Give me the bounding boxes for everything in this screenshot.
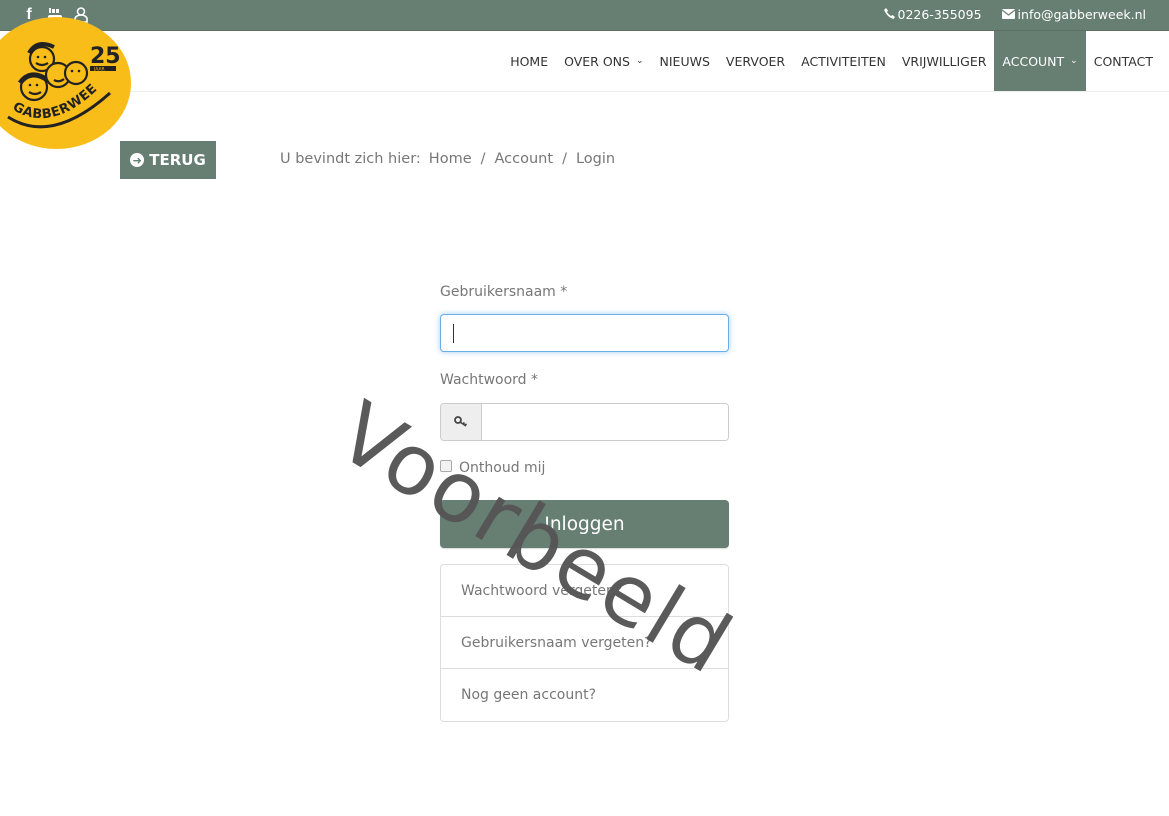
remember-me-label: Onthoud mij <box>459 460 546 476</box>
nav-label: NIEUWS <box>659 53 710 69</box>
forgot-password-link[interactable]: Wachtwoord vergeten? <box>441 565 728 617</box>
username-label: Gebruikersnaam * <box>440 284 568 300</box>
phone-icon <box>883 7 895 22</box>
nav-item-nieuws[interactable]: NIEUWS <box>652 31 718 91</box>
nav-item-contact[interactable]: CONTACT <box>1086 31 1161 91</box>
logo-anniversary-suffix: JAAR <box>93 67 105 73</box>
phone-link[interactable]: 0226-355095 <box>883 7 982 22</box>
back-button-label: TERUG <box>149 151 206 169</box>
password-input[interactable] <box>482 404 728 440</box>
phone-number: 0226-355095 <box>897 7 982 22</box>
main-nav: HOME OVER ONS ⌄ NIEUWS VERVOER ACTIVITEIT… <box>502 31 1161 91</box>
login-button[interactable]: Inloggen <box>440 500 729 548</box>
chevron-down-icon: ⌄ <box>1070 56 1078 66</box>
register-link[interactable]: Nog geen account? <box>441 669 728 721</box>
remember-me[interactable]: Onthoud mij <box>440 460 545 476</box>
email-icon <box>1001 7 1015 22</box>
nav-label: HOME <box>510 53 549 69</box>
nav-item-account[interactable]: ACCOUNT ⌄ <box>994 31 1086 91</box>
nav-label: OVER ONS <box>564 53 630 69</box>
nav-item-home[interactable]: HOME <box>502 31 556 91</box>
password-field-group <box>440 403 729 441</box>
contact-info: 0226-355095 info@gabberweek.nl <box>883 7 1146 22</box>
site-logo[interactable]: 25 JAAR GABBERWEEK <box>0 17 131 149</box>
forgot-username-link[interactable]: Gebruikersnaam vergeten? <box>441 617 728 669</box>
nav-item-vrijwilliger[interactable]: VRIJWILLIGER <box>894 31 995 91</box>
breadcrumb-prefix: U bevindt zich hier: <box>280 151 421 167</box>
password-label: Wachtwoord * <box>440 372 539 388</box>
breadcrumb-separator: / <box>480 151 486 167</box>
back-button[interactable]: ➜ TERUG <box>120 141 216 179</box>
arrow-left-circle-icon: ➜ <box>130 153 145 167</box>
nav-label: CONTACT <box>1093 53 1153 69</box>
nav-label: VERVOER <box>725 53 786 69</box>
text-cursor <box>453 324 454 343</box>
email-link[interactable]: info@gabberweek.nl <box>1001 7 1146 22</box>
breadcrumb-separator: / <box>562 151 567 167</box>
key-icon <box>441 404 482 440</box>
breadcrumb-home[interactable]: Home <box>429 151 472 167</box>
account-links: Wachtwoord vergeten? Gebruikersnaam verg… <box>440 564 729 722</box>
username-input[interactable] <box>440 314 729 352</box>
breadcrumb: U bevindt zich hier: Home / Account / Lo… <box>280 151 615 167</box>
nav-label: ACCOUNT <box>1002 53 1065 69</box>
nav-label: ACTIVITEITEN <box>801 53 886 69</box>
email-address: info@gabberweek.nl <box>1017 7 1146 22</box>
top-bar: f 0226-355095 info@gabberweek.nl <box>0 0 1169 31</box>
nav-item-vervoer[interactable]: VERVOER <box>718 31 793 91</box>
chevron-down-icon: ⌄ <box>635 56 644 66</box>
remember-me-checkbox[interactable] <box>440 460 452 472</box>
nav-item-activiteiten[interactable]: ACTIVITEITEN <box>793 31 894 91</box>
main-navbar: HOME OVER ONS ⌄ NIEUWS VERVOER ACTIVITEIT… <box>0 31 1169 92</box>
breadcrumb-current: Login <box>575 151 616 167</box>
nav-item-over-ons[interactable]: OVER ONS ⌄ <box>556 31 651 91</box>
nav-label: VRIJWILLIGER <box>901 53 987 69</box>
logo-anniversary: 25 <box>90 44 121 69</box>
breadcrumb-account[interactable]: Account <box>495 151 554 167</box>
